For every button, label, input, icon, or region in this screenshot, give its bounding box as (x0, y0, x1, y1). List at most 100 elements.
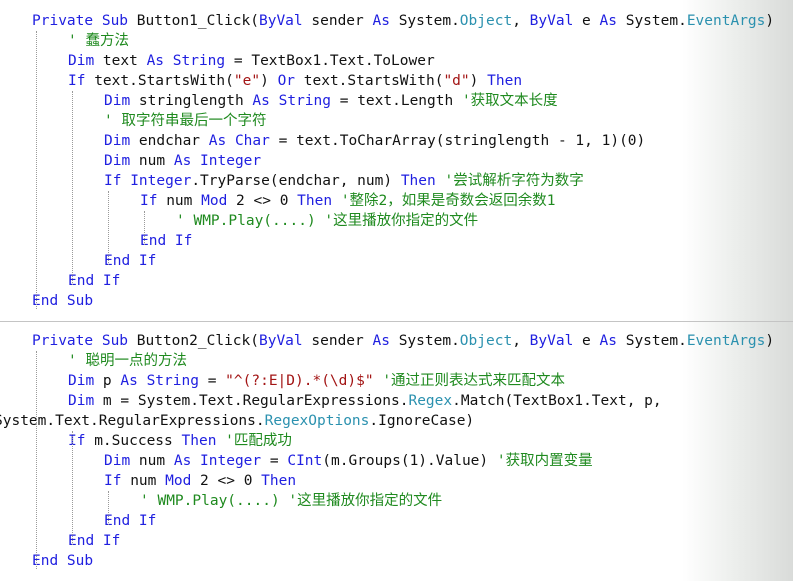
code-token: System. (625, 333, 687, 349)
code-token: If Integer (104, 173, 192, 189)
code-token: End Sub (32, 293, 94, 309)
code-token: .Match(TextBox1.Text, p, (452, 393, 662, 409)
code-token: Mod (201, 193, 237, 209)
code-line[interactable]: End Sub (32, 551, 93, 571)
code-token: ' 蠢方法 (68, 33, 129, 49)
code-token: ByVal (529, 13, 583, 29)
indent-guide (36, 351, 37, 569)
indent-guide (108, 491, 109, 525)
code-line[interactable]: End If (68, 271, 120, 291)
code-line[interactable]: Dim m = System.Text.RegularExpressions.R… (68, 391, 662, 411)
code-line[interactable]: End If (104, 251, 156, 271)
code-token: ) (469, 73, 488, 89)
code-line[interactable]: Private Sub Button1_Click(ByVal sender A… (32, 11, 774, 31)
code-token: End If (104, 253, 157, 269)
code-token: Private Sub (32, 13, 137, 29)
code-token: (m.Groups(1).Value) (322, 453, 497, 469)
code-line[interactable]: Dim num As Integer = CInt(m.Groups(1).Va… (104, 451, 593, 471)
code-token: Dim (104, 453, 139, 469)
code-line[interactable]: Dim p As String = "^(?:E|D).*(\d)$" '通过正… (68, 371, 565, 391)
code-line[interactable]: If num Mod 2 <> 0 Then '整除2，如果是奇数会返回余数1 (140, 191, 556, 211)
code-token: End If (140, 233, 193, 249)
code-line[interactable]: If text.StartsWith("e") Or text.StartsWi… (68, 71, 522, 91)
code-token: ByVal (529, 333, 583, 349)
code-line[interactable]: Dim num As Integer (104, 151, 261, 171)
code-token: "d" (443, 73, 470, 89)
code-token: System. (625, 13, 687, 29)
code-token: "e" (233, 73, 261, 89)
code-token: '获取文本长度 (461, 93, 558, 109)
code-token: .TryParse(endchar, num) (191, 173, 401, 189)
code-token: System. (398, 333, 460, 349)
code-token: ' WMP.Play(....) '这里播放你指定的文件 (140, 493, 443, 509)
code-editor[interactable]: Private Sub Button1_Click(ByVal sender A… (0, 0, 793, 581)
code-token: .IgnoreCase) (369, 413, 475, 429)
code-token: m = System.Text.RegularExpressions. (102, 393, 409, 409)
code-line[interactable]: If m.Success Then '匹配成功 (68, 431, 292, 451)
code-token: ' 取字符串最后一个字符 (104, 113, 267, 129)
code-line[interactable]: ' WMP.Play(....) '这里播放你指定的文件 (140, 491, 442, 511)
code-token: Regex (408, 393, 453, 409)
code-line[interactable]: System.Text.RegularExpressions.RegexOpti… (0, 411, 474, 431)
code-token: sender (311, 13, 373, 29)
code-token: Dim (68, 53, 103, 69)
code-token: Mod (165, 473, 201, 489)
code-token: End Sub (32, 553, 94, 569)
code-token: ) (765, 333, 775, 349)
code-line[interactable]: End If (140, 231, 192, 251)
code-line[interactable]: If num Mod 2 <> 0 Then (104, 471, 296, 491)
code-line[interactable]: Dim endchar As Char = text.ToCharArray(s… (104, 131, 645, 151)
code-token: = TextBox1.Text.ToLower (233, 53, 435, 69)
code-token: As (372, 13, 399, 29)
code-token: endchar (138, 133, 209, 149)
code-line[interactable]: ' 取字符串最后一个字符 (104, 111, 266, 131)
code-line[interactable]: ' WMP.Play(....) '这里播放你指定的文件 (176, 211, 478, 231)
code-token: '通过正则表达式来匹配文本 (382, 373, 566, 389)
code-line[interactable]: ' 蠢方法 (68, 31, 129, 51)
code-token: ' 聪明一点的方法 (68, 353, 187, 369)
code-line[interactable]: Dim text As String = TextBox1.Text.ToLow… (68, 51, 435, 71)
code-token: '整除2，如果是奇数会返回余数1 (340, 193, 556, 209)
code-token: End If (68, 273, 121, 289)
code-token: = text.Length (339, 93, 462, 109)
code-line[interactable]: Dim stringlength As String = text.Length… (104, 91, 558, 111)
code-token: Then (487, 73, 523, 89)
code-token: ByVal (258, 13, 312, 29)
code-token: EventArgs (686, 13, 766, 29)
code-line[interactable]: End Sub (32, 291, 93, 311)
code-token: As (372, 333, 399, 349)
code-token: stringlength (138, 93, 253, 109)
indent-guide (72, 91, 73, 285)
code-token: Object (459, 13, 513, 29)
code-token: Dim (104, 153, 139, 169)
code-token: As String (146, 53, 234, 69)
code-token: CInt (287, 453, 323, 469)
code-line[interactable]: Private Sub Button2_Click(ByVal sender A… (32, 331, 774, 351)
code-token: System. (398, 13, 460, 29)
indent-guide (36, 31, 37, 309)
code-token: ) (765, 13, 775, 29)
code-line[interactable]: If Integer.TryParse(endchar, num) Then '… (104, 171, 584, 191)
code-token: = (207, 373, 226, 389)
code-token: ByVal (258, 333, 312, 349)
code-token: "^(?:E|D).*(\d)$" (225, 373, 383, 389)
code-token: Then (181, 433, 226, 449)
code-token: As Integer (173, 153, 262, 169)
code-token: As (599, 13, 626, 29)
indent-guide (144, 211, 145, 245)
code-token: Then (297, 193, 341, 209)
code-token: Then (400, 173, 445, 189)
code-token: Dim (68, 393, 103, 409)
code-token: num (166, 193, 202, 209)
code-token: m.Success (94, 433, 182, 449)
code-line[interactable]: ' 聪明一点的方法 (68, 351, 187, 371)
code-token: , (512, 333, 530, 349)
code-line[interactable]: End If (104, 511, 156, 531)
code-token: As Char (208, 133, 279, 149)
code-line[interactable]: End If (68, 531, 120, 551)
code-token: num (130, 473, 166, 489)
code-token: sender (311, 333, 373, 349)
code-token: , (512, 13, 530, 29)
code-token: If (104, 473, 131, 489)
code-token: Button2_Click( (136, 333, 259, 349)
